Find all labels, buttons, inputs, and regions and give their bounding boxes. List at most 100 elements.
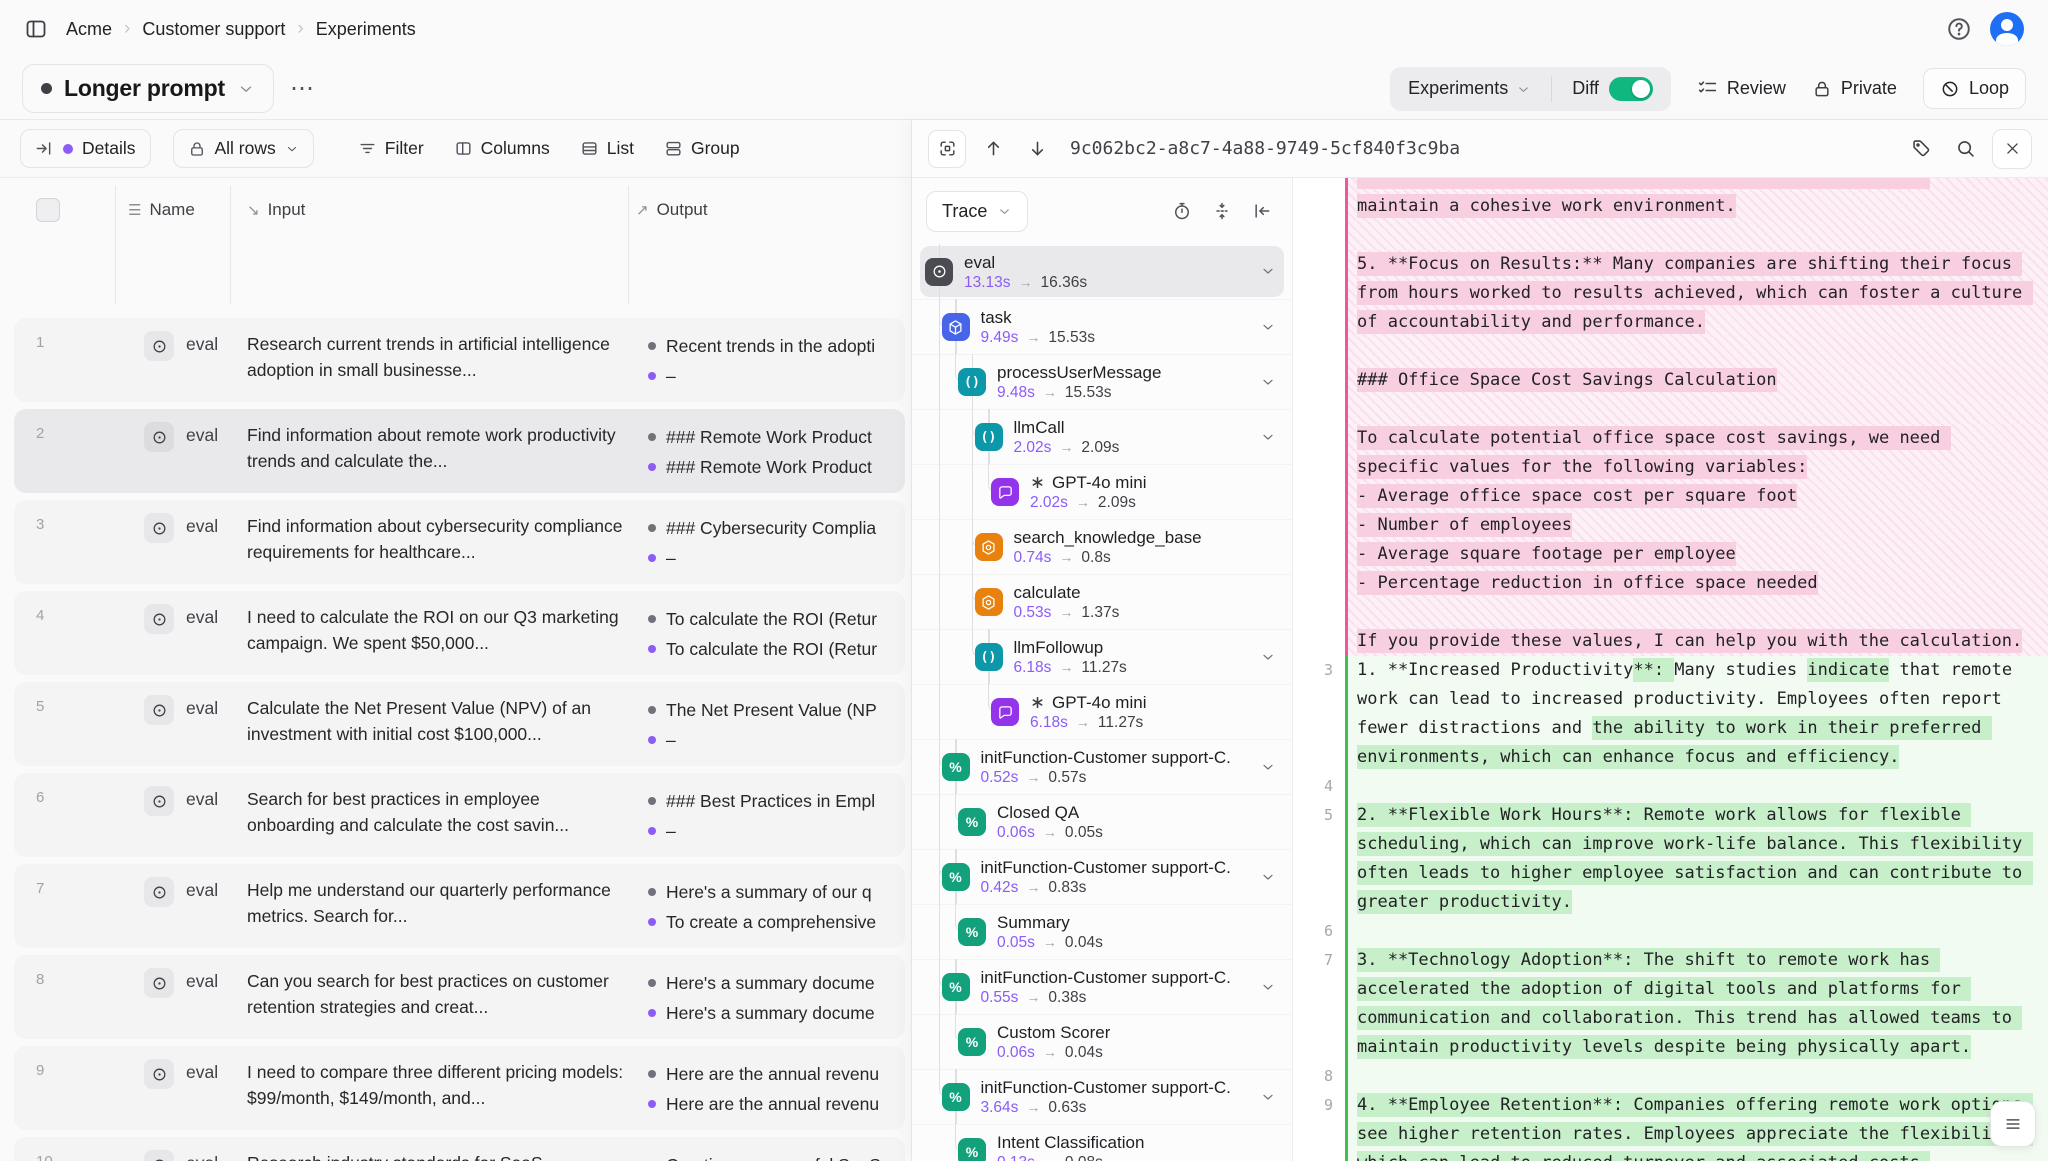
tree-guide-line <box>939 904 941 959</box>
column-header-name[interactable]: ☰Name <box>128 200 195 220</box>
more-options-button[interactable]: ⋯ <box>290 74 316 103</box>
row-output-line: Recent trends in the adopti <box>648 331 905 361</box>
column-header-output[interactable]: ↗Output <box>636 200 708 220</box>
output-score-dot <box>648 827 656 835</box>
table-row[interactable]: 10evalResearch industry standards for Sa… <box>14 1137 905 1161</box>
loop-button[interactable]: Loop <box>1923 68 2026 109</box>
arrow-up-icon <box>983 138 1004 159</box>
trace-node[interactable]: %initFunction-Customer support-C...0.42s… <box>912 849 1292 904</box>
eval-target-icon <box>144 422 174 452</box>
chevron-down-icon[interactable] <box>1260 648 1276 666</box>
user-avatar[interactable] <box>1990 12 2024 46</box>
trace-node[interactable]: %Intent Classification0.13s→0.08s <box>912 1124 1292 1161</box>
chevron-down-icon[interactable] <box>1260 1088 1276 1106</box>
chevron-down-icon[interactable] <box>1260 868 1276 886</box>
timing-icon[interactable] <box>1166 195 1198 227</box>
trace-panel-header: 9c062bc2-a8c7-4a88-9749-5cf840f3c9ba <box>912 120 2048 178</box>
select-all-checkbox[interactable] <box>36 198 60 222</box>
chevron-down-icon[interactable] <box>1260 428 1276 446</box>
tree-guide-line <box>939 519 941 574</box>
details-label: Details <box>82 138 136 159</box>
filter-label: Filter <box>385 138 424 159</box>
expand-panel-button[interactable] <box>928 130 966 168</box>
row-number: 1 <box>36 334 64 351</box>
previous-row-button[interactable] <box>976 132 1010 166</box>
chevron-down-icon[interactable] <box>1260 318 1276 336</box>
row-name: eval <box>186 334 218 355</box>
tool-span-icon <box>975 588 1003 616</box>
trace-node[interactable]: eval13.13s→16.36s <box>912 244 1292 299</box>
column-divider[interactable] <box>115 186 116 304</box>
trace-node[interactable]: calculate0.53s→1.37s <box>912 574 1292 629</box>
table-row[interactable]: 2evalFind information about remote work … <box>14 409 905 493</box>
trace-node[interactable]: %Closed QA0.06s→0.05s <box>912 794 1292 849</box>
columns-button[interactable]: Columns <box>454 138 550 159</box>
help-icon[interactable] <box>1946 16 1972 42</box>
trace-node[interactable]: %initFunction-Customer support-C...3.64s… <box>912 1069 1292 1124</box>
table-row[interactable]: 9evalI need to compare three different p… <box>14 1046 905 1130</box>
review-button[interactable]: Review <box>1697 78 1786 99</box>
scorer-span-icon: % <box>958 1028 986 1056</box>
tag-icon[interactable] <box>1904 132 1938 166</box>
diff-toggle[interactable] <box>1609 77 1653 101</box>
pin-left-icon[interactable] <box>1246 195 1278 227</box>
private-label: Private <box>1841 78 1897 99</box>
trace-view-selector[interactable]: Trace <box>926 191 1028 232</box>
scorer-span-icon: % <box>958 808 986 836</box>
trace-node[interactable]: ()processUserMessage9.48s→15.53s <box>912 354 1292 409</box>
trace-node[interactable]: ()llmFollowup6.18s→11.27s <box>912 629 1292 684</box>
trace-node[interactable]: GPT-4o mini2.02s→2.09s <box>912 464 1292 519</box>
list-button[interactable]: List <box>580 138 634 159</box>
chevron-down-icon[interactable] <box>1260 373 1276 391</box>
diff-line-text <box>1345 1062 2048 1091</box>
collapse-vertical-icon[interactable] <box>1206 195 1238 227</box>
row-input: Can you search for best practices on cus… <box>247 968 625 1020</box>
chevron-down-icon[interactable] <box>1260 978 1276 996</box>
diff-line-number <box>1293 627 1345 656</box>
trace-node-durations: 0.06s→0.04s <box>997 1043 1110 1062</box>
breadcrumb-org[interactable]: Acme <box>66 19 112 40</box>
trace-node[interactable]: %initFunction-Customer support-C...0.55s… <box>912 959 1292 1014</box>
trace-node[interactable]: task9.49s→15.53s <box>912 299 1292 354</box>
row-outputs: Creating a successful SaaS <box>648 1150 905 1161</box>
diff-added-line: 52. **Flexible Work Hours**: Remote work… <box>1293 801 2048 917</box>
trace-node[interactable]: ()llmCall2.02s→2.09s <box>912 409 1292 464</box>
breadcrumb-section[interactable]: Experiments <box>316 19 416 40</box>
tree-guide-line <box>939 629 941 684</box>
row-outputs: Recent trends in the adopti– <box>648 331 905 391</box>
table-row[interactable]: 5evalCalculate the Net Present Value (NP… <box>14 682 905 766</box>
table-row[interactable]: 8evalCan you search for best practices o… <box>14 955 905 1039</box>
column-divider[interactable] <box>628 186 629 304</box>
column-header-input[interactable]: ↘Input <box>247 200 305 220</box>
breadcrumb-project[interactable]: Customer support <box>142 19 285 40</box>
row-name: eval <box>186 1153 218 1161</box>
trace-node[interactable]: %Custom Scorer0.06s→0.04s <box>912 1014 1292 1069</box>
output-score-dot <box>648 645 656 653</box>
filter-button[interactable]: Filter <box>358 138 424 159</box>
table-row[interactable]: 4evalI need to calculate the ROI on our … <box>14 591 905 675</box>
private-button[interactable]: Private <box>1812 78 1897 99</box>
trace-node[interactable]: %Summary0.05s→0.04s <box>912 904 1292 959</box>
chevron-down-icon[interactable] <box>1260 758 1276 776</box>
table-row[interactable]: 1evalResearch current trends in artifici… <box>14 318 905 402</box>
chevron-down-icon <box>237 80 255 98</box>
rows-filter-button[interactable]: All rows <box>173 129 314 168</box>
next-row-button[interactable] <box>1020 132 1054 166</box>
search-icon[interactable] <box>1948 132 1982 166</box>
row-number: 2 <box>36 425 64 442</box>
close-panel-button[interactable] <box>1992 129 2032 169</box>
table-row[interactable]: 6evalSearch for best practices in employ… <box>14 773 905 857</box>
floating-menu-button[interactable] <box>1990 1101 2036 1147</box>
trace-node[interactable]: search_knowledge_base0.74s→0.8s <box>912 519 1292 574</box>
column-divider[interactable] <box>230 186 231 304</box>
group-button[interactable]: Group <box>664 138 740 159</box>
details-button[interactable]: Details <box>20 129 151 168</box>
trace-node[interactable]: %initFunction-Customer support-C...0.52s… <box>912 739 1292 794</box>
trace-node[interactable]: GPT-4o mini6.18s→11.27s <box>912 684 1292 739</box>
table-row[interactable]: 3evalFind information about cybersecurit… <box>14 500 905 584</box>
sidebar-toggle-icon[interactable] <box>24 17 48 41</box>
chevron-down-icon[interactable] <box>1260 263 1276 281</box>
experiment-selector[interactable]: Longer prompt <box>22 64 274 113</box>
view-selector[interactable]: Experiments <box>1394 74 1545 103</box>
table-row[interactable]: 7evalHelp me understand our quarterly pe… <box>14 864 905 948</box>
